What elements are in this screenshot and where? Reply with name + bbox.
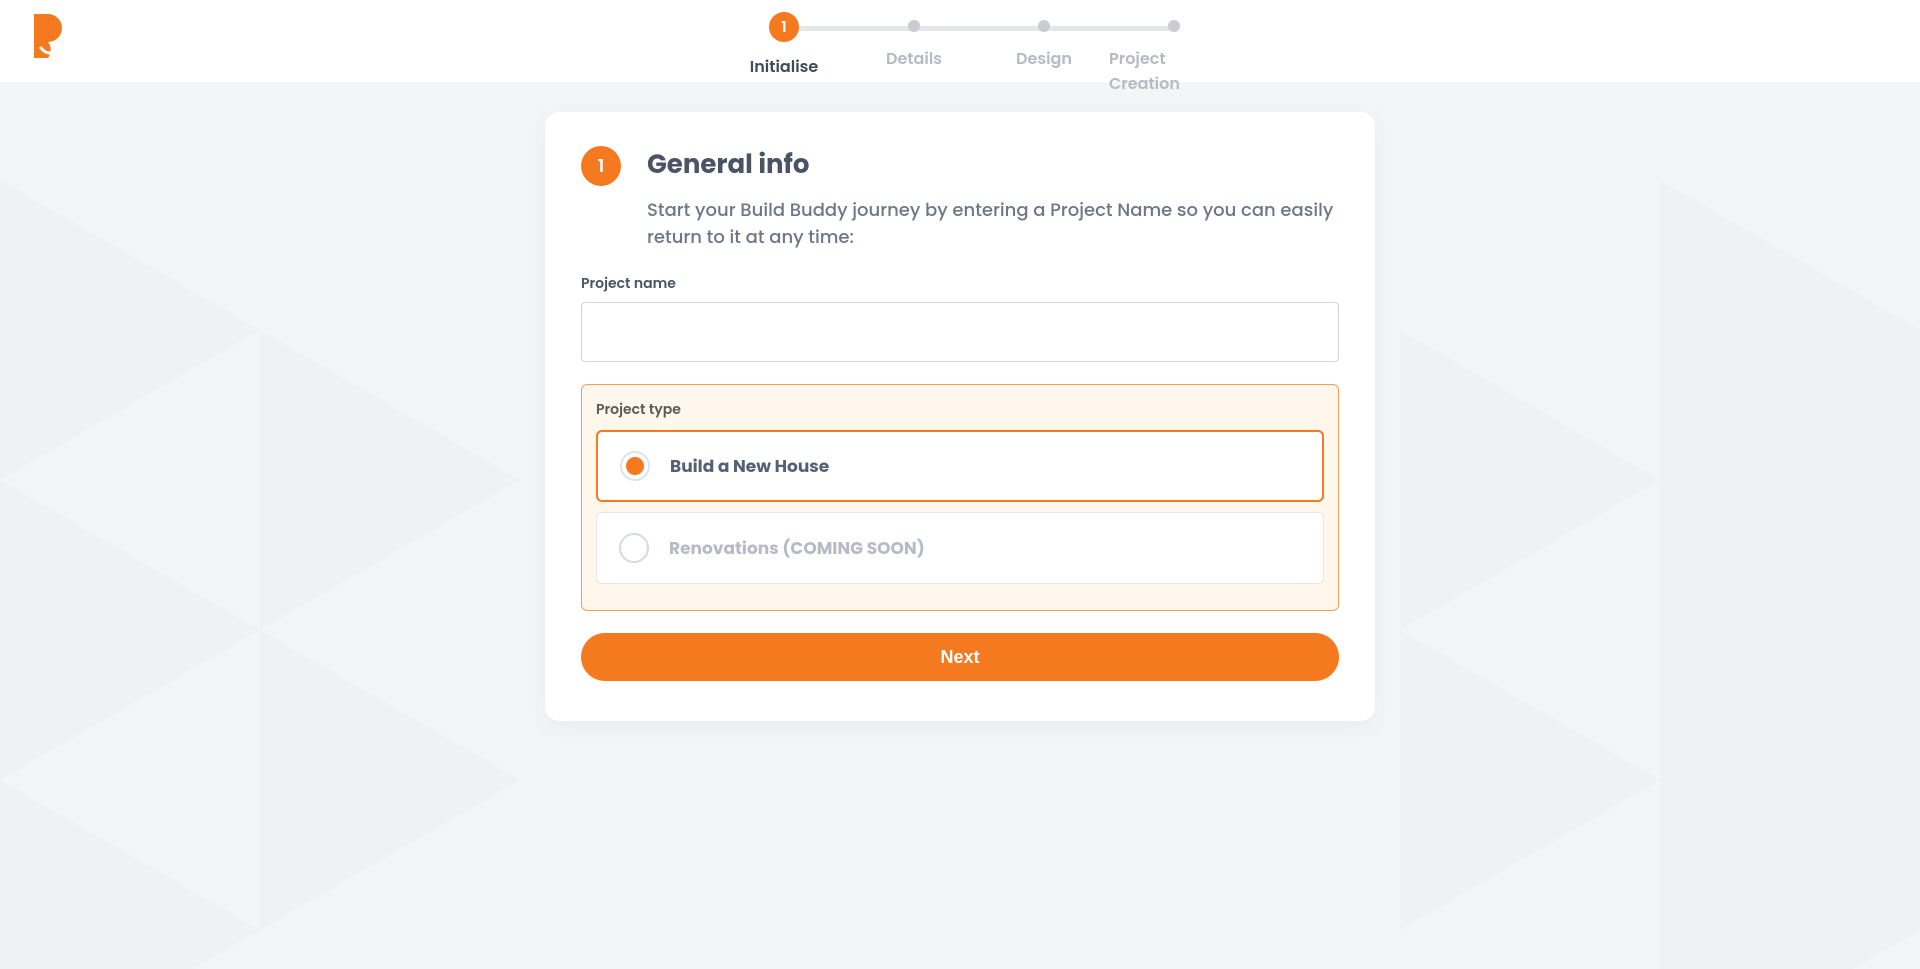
step-connector xyxy=(1044,26,1174,31)
page-body: 1 General info Start your Build Buddy jo… xyxy=(0,82,1920,801)
step-connector xyxy=(784,26,914,31)
project-type-option-new-house[interactable]: Build a New House xyxy=(596,430,1324,502)
stepper: 1 Initialise Details Design Project Crea… xyxy=(719,12,1239,96)
step-initialise[interactable]: 1 Initialise xyxy=(719,12,849,79)
step-number: 1 xyxy=(781,16,786,39)
logo-icon xyxy=(30,12,68,60)
radio-label: Renovations (COMING SOON) xyxy=(669,535,925,561)
project-name-label: Project name xyxy=(581,273,1339,294)
card-title: General info xyxy=(647,146,1339,185)
project-type-option-renovations: Renovations (COMING SOON) xyxy=(596,512,1324,584)
next-button-label: Next xyxy=(940,647,979,667)
radio-icon xyxy=(619,533,649,563)
step-label: Project Creation xyxy=(1109,46,1239,96)
step-label: Details xyxy=(886,46,942,71)
step-project-creation[interactable]: Project Creation xyxy=(1109,12,1239,96)
project-name-input[interactable] xyxy=(581,302,1339,362)
radio-label: Build a New House xyxy=(670,453,829,479)
step-label: Design xyxy=(1016,46,1072,71)
step-dot-active: 1 xyxy=(769,12,799,42)
top-bar: 1 Initialise Details Design Project Crea… xyxy=(0,0,1920,82)
radio-icon xyxy=(620,451,650,481)
step-dot xyxy=(1038,20,1050,32)
step-connector xyxy=(914,26,1044,31)
step-dot xyxy=(908,20,920,32)
step-details[interactable]: Details xyxy=(849,12,979,71)
radio-inner-icon xyxy=(625,539,643,557)
card-subtitle: Start your Build Buddy journey by enteri… xyxy=(647,197,1339,251)
general-info-card: 1 General info Start your Build Buddy jo… xyxy=(545,112,1375,721)
project-type-label: Project type xyxy=(596,399,1324,420)
form-area: Project name Project type Build a New Ho… xyxy=(581,273,1339,681)
card-step-badge: 1 xyxy=(581,146,621,186)
next-button[interactable]: Next xyxy=(581,633,1339,681)
card-header: 1 General info Start your Build Buddy jo… xyxy=(581,146,1339,251)
step-label: Initialise xyxy=(750,54,818,79)
card-step-number: 1 xyxy=(598,153,605,180)
radio-inner-icon xyxy=(626,457,644,475)
project-type-box: Project type Build a New House Renovatio… xyxy=(581,384,1339,611)
step-design[interactable]: Design xyxy=(979,12,1109,71)
step-dot xyxy=(1168,20,1180,32)
